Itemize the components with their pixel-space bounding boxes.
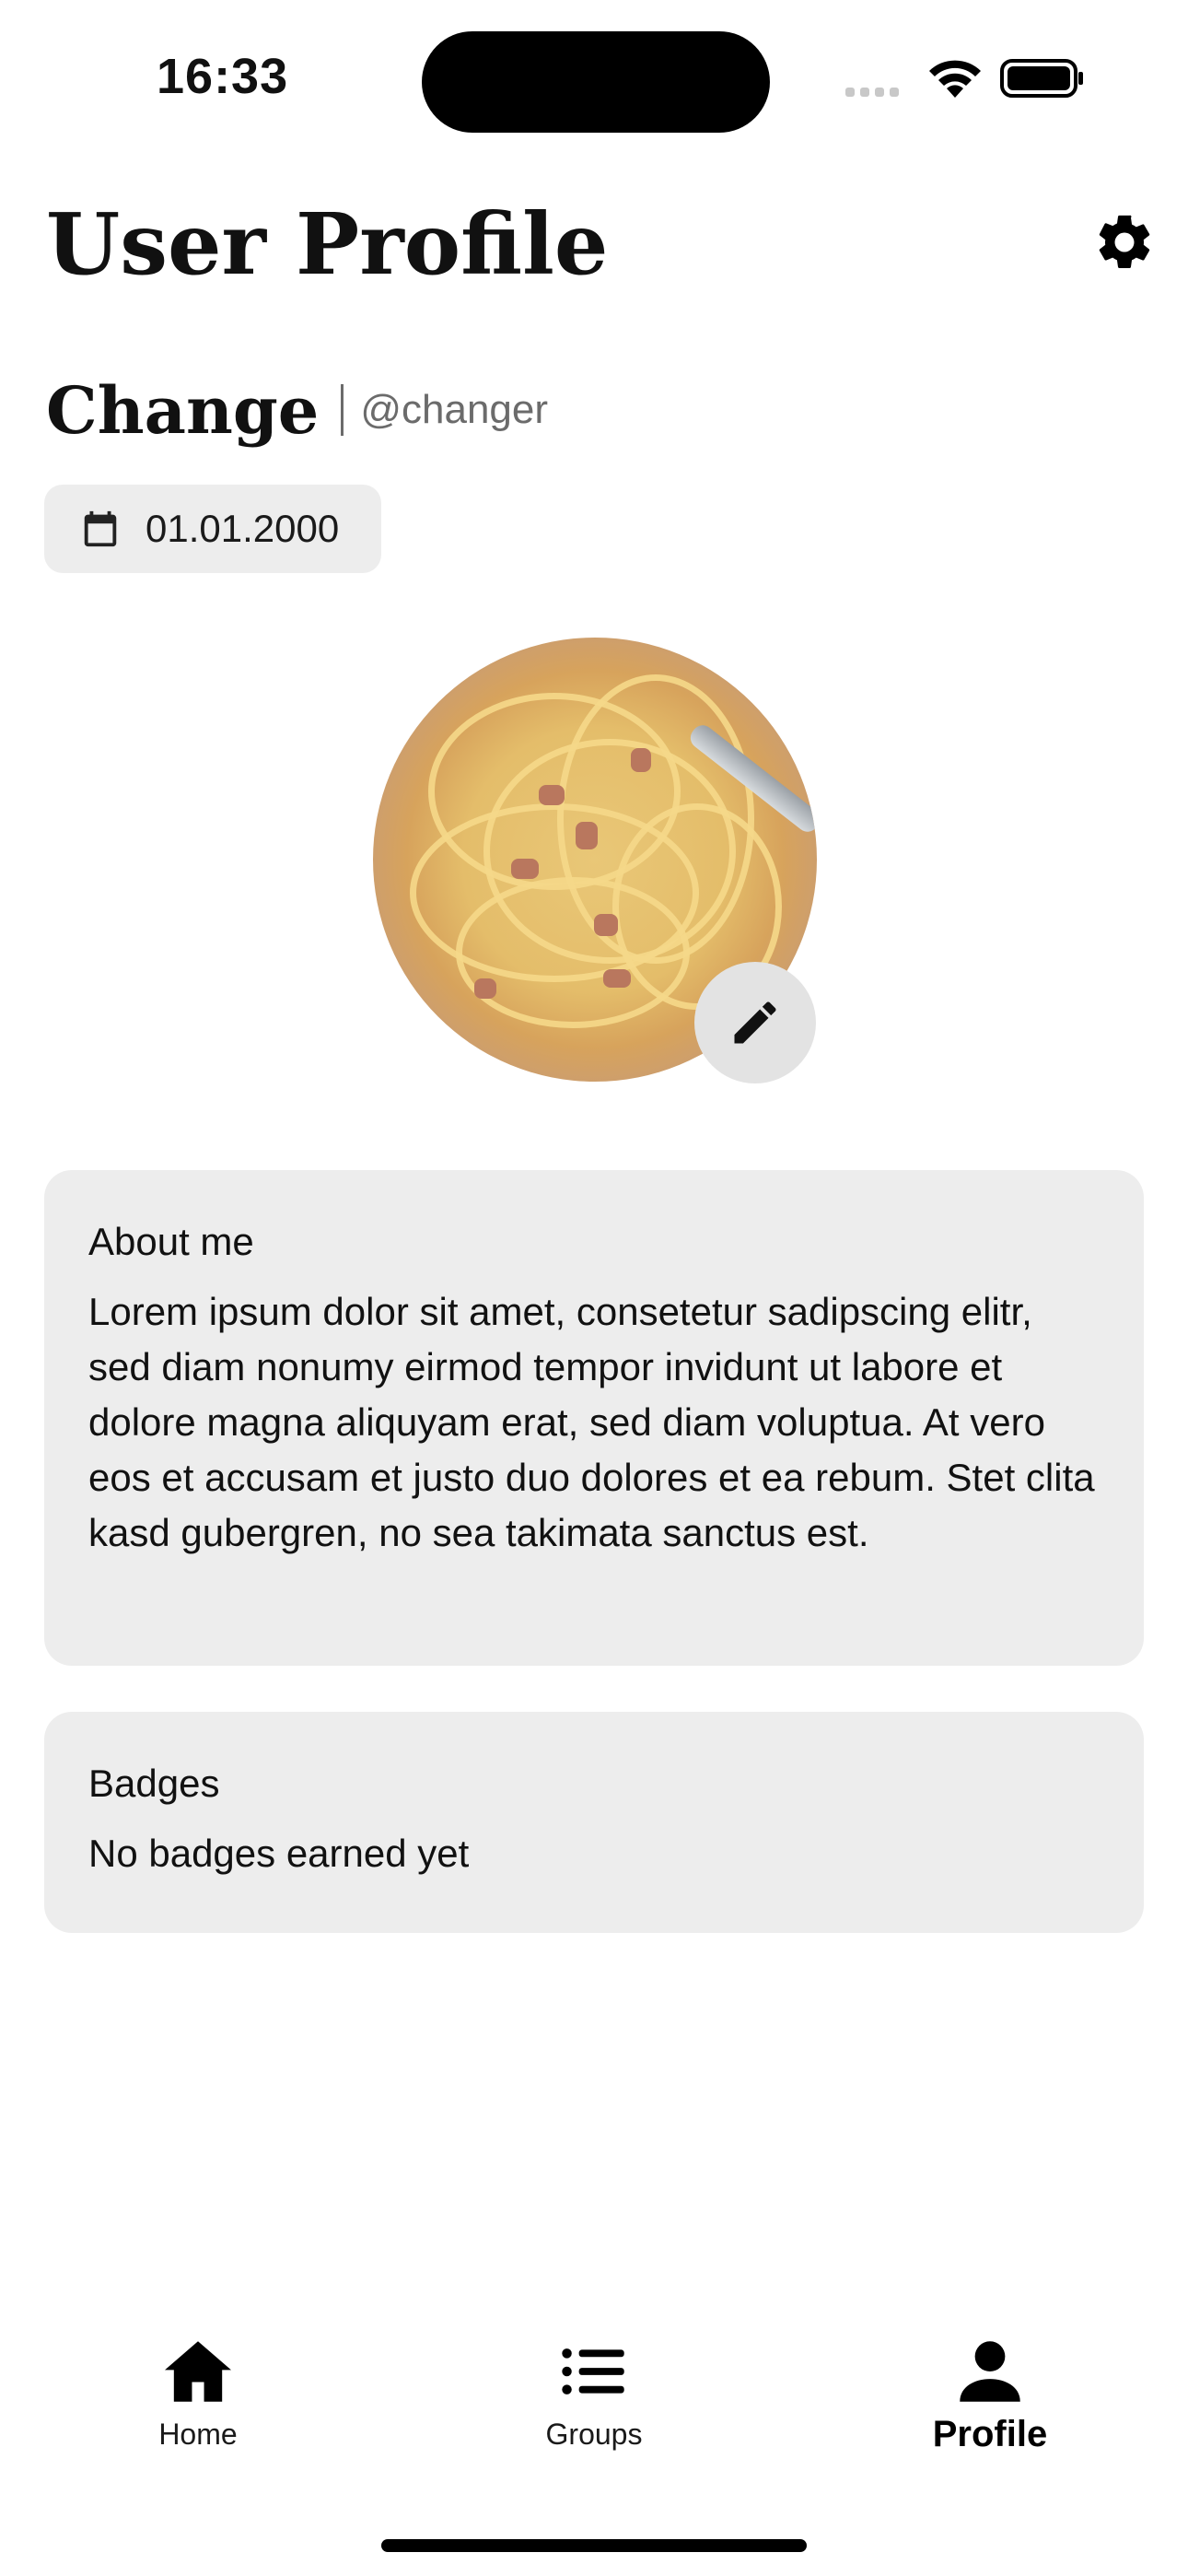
nav-item-label: Profile bbox=[932, 2414, 1048, 2454]
page-title: User Profile bbox=[46, 194, 609, 294]
name-divider bbox=[341, 384, 344, 436]
nav-item-home[interactable]: Home bbox=[87, 2338, 309, 2452]
display-name: Change bbox=[46, 371, 320, 449]
cellular-signal-icon bbox=[845, 85, 904, 101]
about-me-heading: About me bbox=[88, 1220, 254, 1263]
about-me-card: About me Lorem ipsum dolor sit amet, con… bbox=[44, 1170, 1144, 1666]
birthdate-text: 01.01.2000 bbox=[146, 507, 340, 550]
username: @changer bbox=[360, 387, 549, 432]
gear-icon bbox=[1099, 215, 1150, 268]
birthdate-chip[interactable]: 01.01.2000 bbox=[44, 485, 381, 573]
badges-heading: Badges bbox=[88, 1762, 220, 1805]
status-time: 16:33 bbox=[157, 49, 289, 104]
pencil-icon bbox=[734, 1001, 776, 1044]
home-indicator bbox=[381, 2539, 807, 2552]
nav-item-groups[interactable]: Groups bbox=[483, 2338, 705, 2452]
nav-item-profile[interactable]: Profile bbox=[879, 2338, 1101, 2455]
about-me-text: Lorem ipsum dolor sit amet, consetetur s… bbox=[88, 1290, 1095, 1554]
settings-button[interactable] bbox=[1092, 210, 1157, 275]
wifi-icon bbox=[929, 60, 981, 98]
list-icon bbox=[562, 2348, 624, 2395]
edit-avatar-button[interactable] bbox=[694, 962, 816, 1083]
calendar-icon bbox=[84, 510, 117, 547]
home-icon bbox=[165, 2341, 231, 2402]
dynamic-island bbox=[422, 31, 770, 133]
badges-empty-text: No badges earned yet bbox=[88, 1832, 470, 1875]
bottom-navigation: Home Groups Profile bbox=[0, 2313, 1188, 2497]
nav-item-label: Groups bbox=[545, 2418, 643, 2451]
battery-icon bbox=[1000, 59, 1083, 98]
nav-item-label: Home bbox=[158, 2418, 238, 2451]
profile-name-row: Change @changer bbox=[46, 369, 548, 451]
person-icon bbox=[960, 2341, 1020, 2402]
badges-card: Badges No badges earned yet bbox=[44, 1712, 1144, 1933]
